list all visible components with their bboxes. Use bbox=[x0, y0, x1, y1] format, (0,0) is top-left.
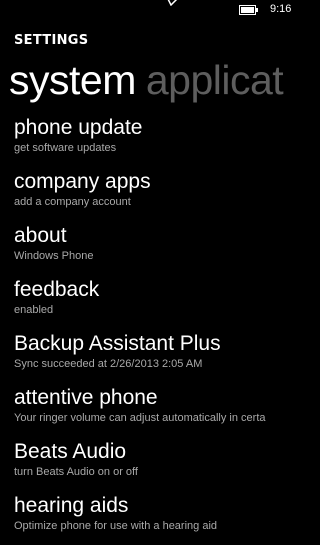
setting-item-title: attentive phone bbox=[14, 386, 158, 409]
setting-item-title: Beats Audio bbox=[14, 440, 127, 463]
setting-item-subtitle: get software updates bbox=[14, 142, 117, 154]
setting-item-subtitle: enabled bbox=[14, 304, 54, 316]
setting-item-company-apps[interactable]: company apps add a company account bbox=[14, 167, 300, 221]
setting-item-hearing-aids[interactable]: hearing aids Optimize phone for use with… bbox=[14, 491, 300, 545]
page-title: SETTINGS bbox=[14, 33, 89, 48]
setting-item-backup-assistant-plus[interactable]: Backup Assistant Plus Sync succeeded at … bbox=[14, 329, 300, 383]
setting-item-feedback[interactable]: feedback enabled bbox=[14, 275, 300, 329]
setting-item-title: phone update bbox=[14, 116, 143, 139]
status-bar: 9:16 bbox=[0, 0, 300, 20]
setting-item-subtitle: Your ringer volume can adjust automatica… bbox=[14, 412, 266, 424]
setting-item-phone-update[interactable]: phone update get software updates bbox=[14, 113, 300, 167]
setting-item-about[interactable]: about Windows Phone bbox=[14, 221, 300, 275]
setting-item-subtitle: add a company account bbox=[14, 196, 131, 208]
setting-item-title: hearing aids bbox=[14, 494, 129, 517]
setting-item-title: company apps bbox=[14, 170, 151, 193]
setting-item-subtitle: Windows Phone bbox=[14, 250, 94, 262]
setting-item-subtitle: Sync succeeded at 2/26/2013 2:05 AM bbox=[14, 358, 203, 370]
setting-item-subtitle: Optimize phone for use with a hearing ai… bbox=[14, 520, 218, 532]
pivot-header: system applicat bbox=[9, 57, 284, 103]
tab-applications[interactable]: applicat bbox=[146, 57, 284, 103]
setting-item-subtitle: turn Beats Audio on or off bbox=[14, 466, 138, 478]
battery-icon bbox=[239, 5, 258, 15]
signal-icon bbox=[167, 0, 178, 6]
clock: 9:16 bbox=[270, 3, 292, 15]
setting-item-title: feedback bbox=[14, 278, 100, 301]
tab-system[interactable]: system bbox=[9, 57, 136, 103]
setting-item-title: Backup Assistant Plus bbox=[14, 332, 221, 355]
settings-list: phone update get software updates compan… bbox=[14, 113, 300, 545]
setting-item-beats-audio[interactable]: Beats Audio turn Beats Audio on or off bbox=[14, 437, 300, 491]
setting-item-title: about bbox=[14, 224, 67, 247]
setting-item-attentive-phone[interactable]: attentive phone Your ringer volume can a… bbox=[14, 383, 300, 437]
